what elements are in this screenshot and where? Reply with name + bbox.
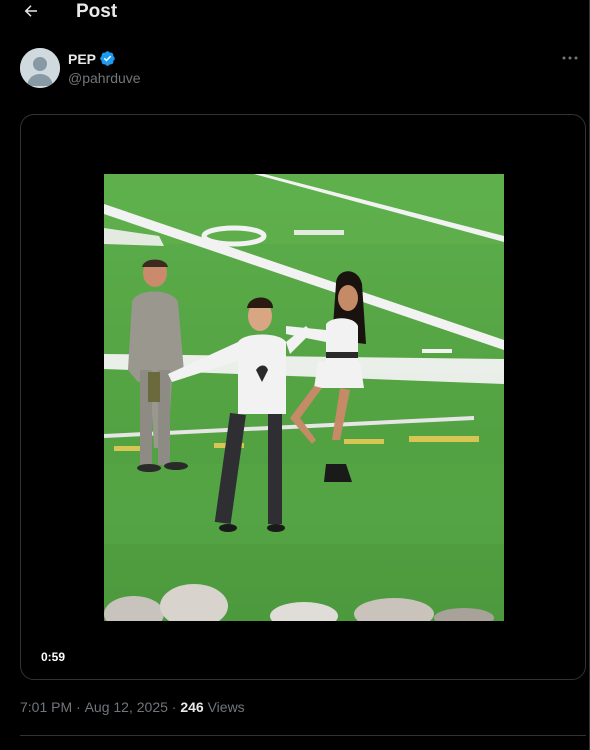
divider (20, 735, 586, 736)
avatar[interactable] (20, 48, 60, 88)
author-name-row: PEP (68, 50, 116, 67)
views-count[interactable]: 246 (180, 699, 203, 715)
more-options-button[interactable] (560, 50, 580, 66)
video-duration-badge: 0:59 (33, 647, 74, 667)
ellipsis-horizontal-icon (562, 56, 578, 60)
default-user-avatar-icon (20, 48, 60, 88)
post-media: 0:59 (20, 114, 586, 680)
post-author: PEP @pahrduve (20, 48, 580, 90)
post-time[interactable]: 7:01 PM (20, 699, 72, 715)
post-metadata: 7:01 PM · Aug 12, 2025 · 246 Views (20, 699, 245, 715)
verified-badge-icon (100, 51, 115, 66)
views-label: Views (207, 699, 245, 715)
page-title: Post (76, 1, 118, 22)
video-frame-image (104, 174, 504, 621)
video-player[interactable] (104, 174, 504, 621)
author-display-name[interactable]: PEP (68, 51, 96, 67)
meta-separator: · (171, 699, 177, 715)
back-button[interactable] (18, 0, 44, 24)
post-header: Post (0, 0, 590, 24)
author-handle[interactable]: @pahrduve (68, 70, 141, 86)
post-date[interactable]: Aug 12, 2025 (85, 699, 168, 715)
meta-separator: · (76, 699, 81, 715)
arrow-left-icon (24, 5, 37, 17)
